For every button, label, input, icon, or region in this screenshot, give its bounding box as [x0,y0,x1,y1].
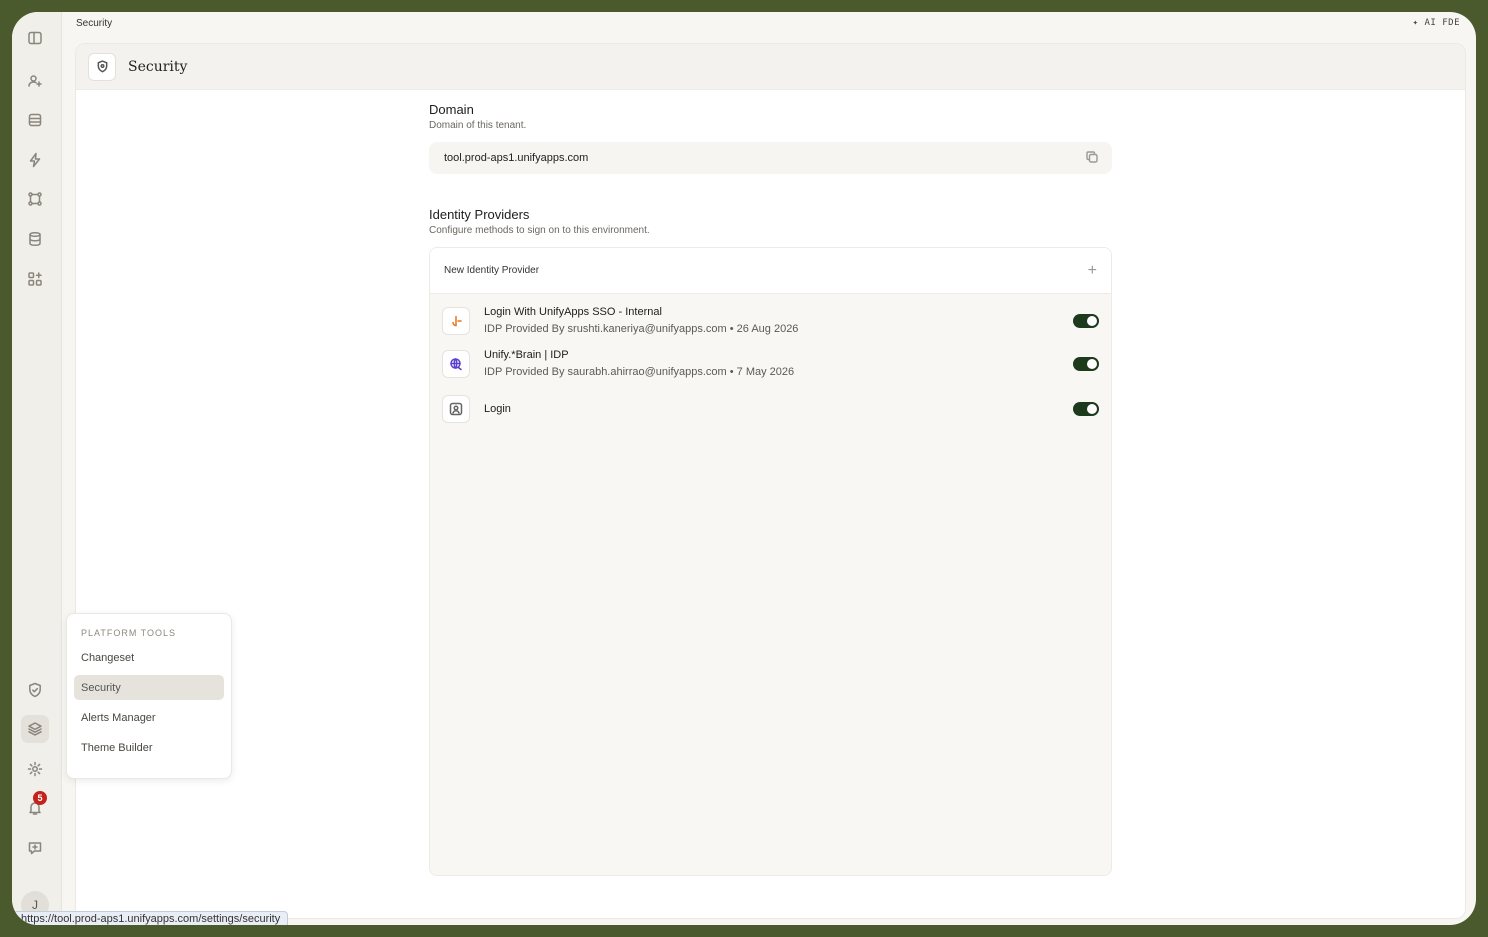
identity-providers-description: Configure methods to sign on to this env… [429,225,650,236]
menu-item-theme-builder[interactable]: Theme Builder [74,735,224,760]
domain-description: Domain of this tenant. [429,120,527,131]
provider-name: Login [484,403,511,415]
main-panel: Security Domain Domain of this tenant. t… [75,43,1466,919]
provider-meta: IDP Provided By saurabh.ahirrao@unifyapp… [484,366,795,378]
table-icon[interactable] [21,106,49,134]
status-bar-url: https://tool.prod-aps1.unifyapps.com/set… [12,911,289,925]
new-identity-provider-button[interactable]: New Identity Provider + [430,248,1111,294]
feedback-icon[interactable] [21,834,49,862]
provider-enabled-toggle[interactable] [1073,313,1099,328]
shield-icon[interactable] [21,676,49,704]
layers-icon[interactable] [21,715,49,743]
workflow-icon[interactable] [21,185,49,213]
copy-icon[interactable] [1085,150,1099,167]
apps-icon[interactable] [21,265,49,293]
provider-enabled-toggle[interactable] [1073,402,1099,416]
breadcrumb: Security [76,17,113,29]
domain-field: tool.prod-aps1.unifyapps.com [429,142,1112,174]
user-login-icon [442,395,470,423]
left-rail: 5 J [12,12,62,925]
lightning-icon[interactable] [21,146,49,174]
new-identity-provider-label: New Identity Provider [444,265,540,276]
domain-section: Domain Domain of this tenant. tool.prod-… [429,102,1112,174]
sidebar-toggle-icon[interactable] [21,24,49,52]
settings-content: Domain Domain of this tenant. tool.prod-… [429,102,1112,876]
identity-provider-row[interactable]: Login [430,395,1111,423]
menu-item-changeset[interactable]: Changeset [74,645,224,670]
top-bar: Security ✦ AI FDE [62,12,1476,34]
identity-providers-section: Identity Providers Configure methods to … [429,207,1112,876]
identity-providers-list: New Identity Provider + Login With Unify… [429,247,1112,876]
notification-badge: 5 [33,791,47,805]
ai-fde-button[interactable]: ✦ AI FDE [1413,18,1460,28]
database-icon[interactable] [21,225,49,253]
globe-icon [442,349,470,378]
domain-title: Domain [429,102,474,117]
gear-icon[interactable] [21,755,49,783]
identity-provider-row[interactable]: Unify.*Brain | IDP IDP Provided By saura… [430,349,1111,378]
users-icon[interactable] [21,67,49,95]
app-window: 5 J Security ✦ AI FDE Security Domain Do… [12,12,1476,925]
identity-provider-row[interactable]: Login With UnifyApps SSO - Internal IDP … [430,306,1111,335]
page-title: Security [128,58,188,75]
identity-providers-title: Identity Providers [429,207,530,222]
security-shield-icon [88,52,116,81]
provider-meta: IDP Provided By srushti.kaneriya@unifyap… [484,323,799,335]
page-header: Security [76,44,1465,90]
plus-icon[interactable]: + [1088,262,1097,280]
menu-item-security[interactable]: Security [74,675,224,700]
platform-tools-menu: PLATFORM TOOLS Changeset Security Alerts… [66,613,232,779]
unifyapps-logo-icon [442,306,470,335]
provider-name: Login With UnifyApps SSO - Internal [484,306,662,318]
platform-tools-title: PLATFORM TOOLS [81,628,177,638]
menu-item-alerts-manager[interactable]: Alerts Manager [74,705,224,730]
domain-value: tool.prod-aps1.unifyapps.com [444,152,589,164]
provider-name: Unify.*Brain | IDP [484,349,569,361]
provider-enabled-toggle[interactable] [1073,356,1099,371]
